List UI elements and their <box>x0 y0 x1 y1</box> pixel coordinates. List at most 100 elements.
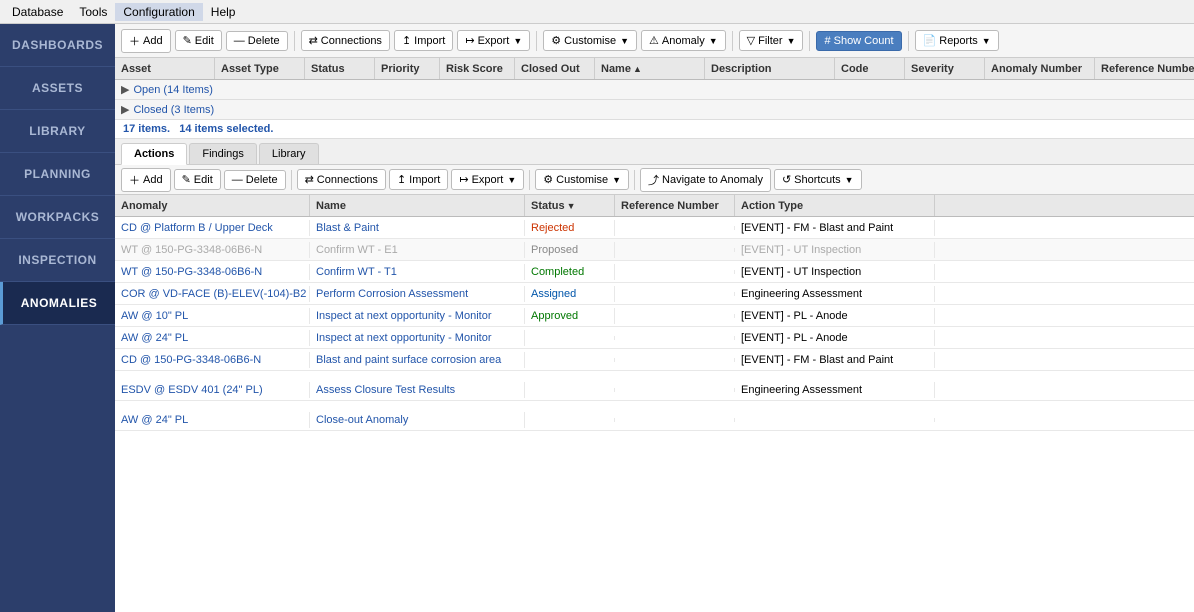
table-row[interactable]: AW @ 24" PL Inspect at next opportunity … <box>115 327 1194 349</box>
main-toolbar: ＋ Add ✎ Edit — Delete ⇄ Connections ↥ Im… <box>115 24 1194 58</box>
actions-header-acttype[interactable]: Action Type <box>735 195 935 216</box>
sidebar-item-library[interactable]: LIBRARY <box>0 110 115 153</box>
anomaly-value[interactable]: WT @ 150-PG-3348-06B6-N <box>121 266 262 278</box>
cell-refnum <box>615 418 735 422</box>
header-asset-type[interactable]: Asset Type <box>215 58 305 79</box>
table-row[interactable]: AW @ 24" PL Close-out Anomaly <box>115 409 1194 431</box>
cell-name: Inspect at next opportunity - Monitor <box>310 330 525 346</box>
reports-icon: 📄 <box>923 34 937 47</box>
cell-refnum <box>615 248 735 252</box>
header-reference-number[interactable]: Reference Number <box>1095 58 1194 79</box>
table-row[interactable]: ESDV @ ESDV 401 (24" PL) Assess Closure … <box>115 379 1194 401</box>
name-value[interactable]: Perform Corrosion Assessment <box>316 288 468 300</box>
anomaly-value[interactable]: AW @ 24" PL <box>121 414 188 426</box>
actions-header-anomaly[interactable]: Anomaly <box>115 195 310 216</box>
sep1 <box>294 31 295 51</box>
sub-edit-icon: ✎ <box>182 173 191 186</box>
table-row[interactable]: CD @ 150-PG-3348-06B6-N Blast and paint … <box>115 349 1194 371</box>
header-anomaly-number[interactable]: Anomaly Number <box>985 58 1095 79</box>
group-closed[interactable]: ▶ Closed (3 Items) <box>115 100 1194 120</box>
summary-row: 17 items. 14 items selected. <box>115 120 1194 139</box>
connections-icon: ⇄ <box>309 34 318 47</box>
sidebar-item-planning[interactable]: PLANNING <box>0 153 115 196</box>
sub-sep1 <box>291 170 292 190</box>
anomaly-value[interactable]: COR @ VD-FACE (B)-ELEV(-104)-B2 <box>121 288 306 300</box>
tab-actions[interactable]: Actions <box>121 143 187 165</box>
cell-acttype: Engineering Assessment <box>735 286 935 302</box>
anomaly-value[interactable]: AW @ 24" PL <box>121 332 188 344</box>
name-value[interactable]: Blast & Paint <box>316 222 379 234</box>
menu-database[interactable]: Database <box>4 3 71 21</box>
add-button[interactable]: ＋ Add <box>121 29 171 53</box>
table-row[interactable]: WT @ 150-PG-3348-06B6-N Confirm WT - T1 … <box>115 261 1194 283</box>
sidebar-item-assets[interactable]: ASSETS <box>0 67 115 110</box>
header-severity[interactable]: Severity <box>905 58 985 79</box>
anomaly-value[interactable]: CD @ 150-PG-3348-06B6-N <box>121 354 261 366</box>
header-asset[interactable]: Asset <box>115 58 215 79</box>
cell-anomaly: ESDV @ ESDV 401 (24" PL) <box>115 382 310 398</box>
anomaly-button[interactable]: ⚠ Anomaly ▼ <box>641 30 726 51</box>
header-closed-out[interactable]: Closed Out <box>515 58 595 79</box>
sub-sep3 <box>634 170 635 190</box>
customise-button[interactable]: ⚙ Customise ▼ <box>543 30 637 51</box>
name-value[interactable]: Assess Closure Test Results <box>316 384 455 396</box>
sidebar-item-dashboards[interactable]: DASHBOARDS <box>0 24 115 67</box>
anomaly-value[interactable]: AW @ 10" PL <box>121 310 188 322</box>
table-row[interactable]: COR @ VD-FACE (B)-ELEV(-104)-B2 Perform … <box>115 283 1194 305</box>
name-value[interactable]: Inspect at next opportunity - Monitor <box>316 310 491 322</box>
header-risk-score[interactable]: Risk Score <box>440 58 515 79</box>
anomaly-value[interactable]: CD @ Platform B / Upper Deck <box>121 222 273 234</box>
name-value[interactable]: Confirm WT - T1 <box>316 266 397 278</box>
header-status[interactable]: Status <box>305 58 375 79</box>
import-button[interactable]: ↥ Import <box>394 30 453 51</box>
sidebar-item-inspection[interactable]: INSPECTION <box>0 239 115 282</box>
edit-button[interactable]: ✎ Edit <box>175 30 222 51</box>
cell-name: Inspect at next opportunity - Monitor <box>310 308 525 324</box>
connections-button[interactable]: ⇄ Connections <box>301 30 390 51</box>
sidebar-item-workpacks[interactable]: WORKPACKS <box>0 196 115 239</box>
show-count-button[interactable]: # Show Count <box>816 31 901 51</box>
sub-connections-button[interactable]: ⇄ Connections <box>297 169 386 190</box>
cell-refnum <box>615 314 735 318</box>
cell-acttype: [EVENT] - PL - Anode <box>735 308 935 324</box>
shortcuts-button[interactable]: ↺ Shortcuts ▼ <box>774 169 862 190</box>
actions-header-status[interactable]: Status ▼ <box>525 195 615 216</box>
anomaly-value[interactable]: ESDV @ ESDV 401 (24" PL) <box>121 384 263 396</box>
sub-customise-button[interactable]: ⚙ Customise ▼ <box>535 169 629 190</box>
add-icon: ＋ <box>129 33 140 49</box>
sub-sep2 <box>529 170 530 190</box>
cell-status: Approved <box>525 308 615 324</box>
export-button[interactable]: ↦ Export ▼ <box>457 30 530 51</box>
tab-library[interactable]: Library <box>259 143 319 164</box>
header-name[interactable]: Name ▲ <box>595 58 705 79</box>
sub-add-button[interactable]: ＋ Add <box>121 168 171 192</box>
name-value[interactable]: Inspect at next opportunity - Monitor <box>316 332 491 344</box>
tab-findings[interactable]: Findings <box>189 143 257 164</box>
group-open[interactable]: ▶ Open (14 Items) <box>115 80 1194 100</box>
selected-count: 14 items selected. <box>179 123 273 135</box>
filter-button[interactable]: ▽ Filter ▼ <box>739 30 804 51</box>
cell-status: Assigned <box>525 286 615 302</box>
sub-export-button[interactable]: ↦ Export ▼ <box>451 169 524 190</box>
table-row[interactable]: CD @ Platform B / Upper Deck Blast & Pai… <box>115 217 1194 239</box>
name-value[interactable]: Blast and paint surface corrosion area <box>316 354 501 366</box>
sub-delete-button[interactable]: — Delete <box>224 170 286 190</box>
sub-import-button[interactable]: ↥ Import <box>389 169 448 190</box>
header-priority[interactable]: Priority <box>375 58 440 79</box>
actions-header-refnum[interactable]: Reference Number <box>615 195 735 216</box>
table-row[interactable]: AW @ 10" PL Inspect at next opportunity … <box>115 305 1194 327</box>
menu-help[interactable]: Help <box>203 3 244 21</box>
menu-configuration[interactable]: Configuration <box>115 3 202 21</box>
sub-edit-button[interactable]: ✎ Edit <box>174 169 221 190</box>
navigate-anomaly-button[interactable]: ⤴ Navigate to Anomaly <box>640 168 771 192</box>
header-description[interactable]: Description <box>705 58 835 79</box>
delete-button[interactable]: — Delete <box>226 31 288 51</box>
header-code[interactable]: Code <box>835 58 905 79</box>
reports-button[interactable]: 📄 Reports ▼ <box>915 30 999 51</box>
row-spacer <box>115 371 1194 379</box>
name-value[interactable]: Close-out Anomaly <box>316 414 408 426</box>
table-row[interactable]: WT @ 150-PG-3348-06B6-N Confirm WT - E1 … <box>115 239 1194 261</box>
actions-header-name[interactable]: Name <box>310 195 525 216</box>
menu-tools[interactable]: Tools <box>71 3 115 21</box>
sidebar-item-anomalies[interactable]: ANOMALIES <box>0 282 115 325</box>
